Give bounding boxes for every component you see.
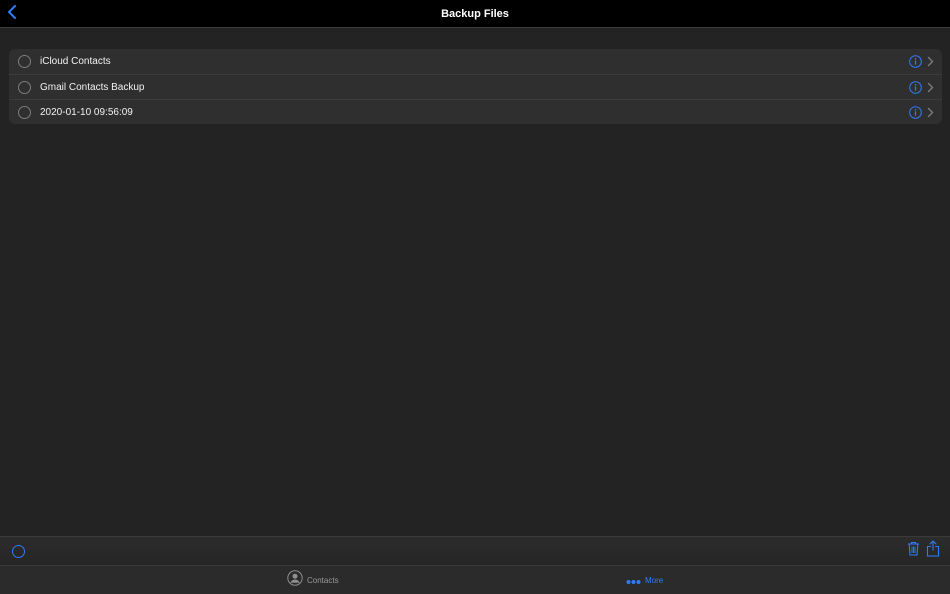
tab-contacts-label: Contacts	[307, 576, 339, 585]
navigation-bar: Backup Files	[0, 0, 950, 28]
tab-contacts[interactable]: Contacts	[287, 566, 339, 594]
list-item-label: Gmail Contacts Backup	[40, 82, 145, 93]
list-item[interactable]: iCloud Contacts	[9, 49, 942, 74]
select-circle-icon[interactable]	[18, 106, 31, 119]
list-item-label: 2020-01-10 09:56:09	[40, 107, 133, 118]
tab-more-label: More	[645, 576, 664, 585]
chevron-right-icon	[927, 56, 934, 67]
bottom-toolbar	[0, 536, 950, 565]
select-all-button[interactable]	[12, 545, 25, 558]
info-icon[interactable]	[909, 55, 922, 68]
chevron-right-icon	[927, 107, 934, 118]
backup-files-list: iCloud Contacts Gmail Contacts Backup 20…	[9, 49, 942, 124]
trash-icon	[907, 541, 920, 561]
tab-more[interactable]: More	[626, 566, 663, 594]
page-title: Backup Files	[441, 8, 509, 20]
list-item[interactable]: 2020-01-10 09:56:09	[9, 99, 942, 124]
delete-button[interactable]	[907, 541, 920, 561]
app-window: Backup Files iCloud Contacts Gmail Conta…	[0, 0, 950, 594]
select-circle-icon[interactable]	[18, 81, 31, 94]
share-icon	[926, 539, 940, 562]
list-item[interactable]: Gmail Contacts Backup	[9, 74, 942, 99]
contacts-icon	[287, 570, 303, 591]
info-icon[interactable]	[909, 81, 922, 94]
info-icon[interactable]	[909, 106, 922, 119]
share-button[interactable]	[926, 539, 940, 562]
list-item-label: iCloud Contacts	[40, 56, 111, 67]
chevron-right-icon	[927, 82, 934, 93]
tab-bar: Contacts More	[0, 565, 950, 594]
more-dots-icon	[626, 572, 641, 590]
select-circle-icon[interactable]	[18, 55, 31, 68]
